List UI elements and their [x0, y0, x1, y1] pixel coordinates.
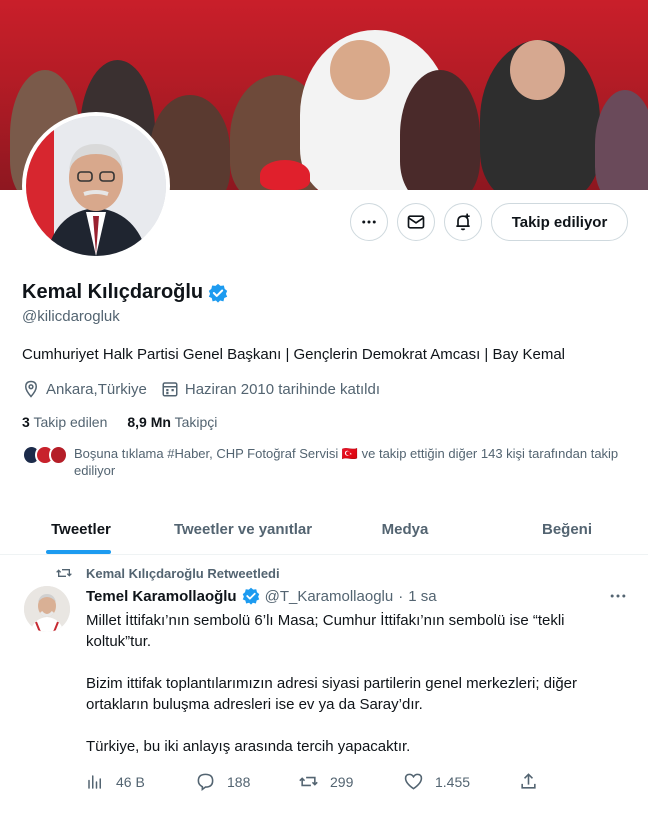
retweet-context: Kemal Kılıçdaroğlu Retweetledi [56, 565, 280, 581]
tweet-header: Temel Karamollaoğlu @T_Karamollaoglu · 1… [86, 587, 437, 605]
share-button[interactable] [519, 772, 538, 791]
tweet-author-avatar[interactable] [24, 586, 70, 632]
location-text: Ankara,Türkiye [46, 380, 147, 398]
verified-icon [208, 283, 228, 303]
share-icon [521, 773, 536, 789]
tab-tweets-and-replies[interactable]: Tweetler ve yanıtlar [162, 505, 324, 554]
profile-tabs: Tweetler Tweetler ve yanıtlar Medya Beğe… [0, 505, 648, 555]
retweeted-by-text[interactable]: Kemal Kılıçdaroğlu Retweetledi [86, 566, 280, 581]
more-options-button[interactable] [350, 203, 388, 241]
profile-meta: Ankara,Türkiye Haziran 2010 tarihinde ka… [22, 380, 380, 398]
tweet-paragraph: Türkiye, bu iki anlayış arasında tercih … [86, 738, 411, 755]
profile-handle: @kilicdarogluk [22, 308, 120, 325]
joined-text: Haziran 2010 tarihinde katıldı [184, 380, 380, 398]
retweet-count: 299 [330, 773, 354, 790]
tweet-actions: 46 B 188 299 1.455 [86, 772, 538, 791]
views-count: 46 B [116, 773, 145, 790]
profile-bio: Cumhuriyet Halk Partisi Genel Başkanı | … [22, 346, 565, 363]
like-button[interactable]: 1.455 [404, 772, 519, 791]
tab-likes[interactable]: Beğeni [486, 505, 648, 554]
profile-name-row: Kemal Kılıçdaroğlu [22, 281, 228, 304]
verified-icon [242, 587, 259, 605]
following-link[interactable]: 3 Takip edilen [22, 414, 107, 430]
retweet-icon [56, 569, 72, 577]
tweet-author-handle[interactable]: @T_Karamollaoglu [265, 588, 394, 605]
more-icon [610, 594, 626, 598]
tab-tweets[interactable]: Tweetler [0, 505, 162, 554]
retweet-button[interactable]: 299 [299, 772, 404, 791]
more-icon [362, 220, 376, 224]
profile-name: Kemal Kılıçdaroğlu [22, 281, 204, 303]
follow-counts: 3 Takip edilen 8,9 Mn Takipçi [22, 414, 217, 430]
tweet-more-button[interactable] [608, 586, 628, 611]
following-button[interactable]: Takip ediliyor [491, 203, 628, 241]
like-icon [404, 773, 423, 790]
followed-by-text: Boşuna tıklama #Haber, CHP Fotoğraf Serv… [74, 446, 619, 478]
followed-by[interactable]: Boşuna tıklama #Haber, CHP Fotoğraf Serv… [22, 445, 628, 479]
retweet-icon [299, 776, 318, 787]
notification-bell-icon [456, 213, 470, 231]
tweet-author-name[interactable]: Temel Karamollaoğlu [86, 588, 237, 605]
followers-link[interactable]: 8,9 Mn Takipçi [127, 414, 217, 430]
message-button[interactable] [397, 203, 435, 241]
location-icon [24, 380, 38, 398]
tweet-text: Millet İttifakı’nın sembolü 6’lı Masa; C… [86, 610, 626, 778]
tab-media[interactable]: Medya [324, 505, 486, 554]
reply-icon [197, 773, 214, 791]
views-icon [88, 774, 101, 789]
reply-button[interactable]: 188 [196, 772, 299, 791]
location-item: Ankara,Türkiye [22, 380, 147, 398]
tweet-paragraph: Bizim ittifak toplantılarımızın adresi s… [86, 675, 578, 713]
tweet-paragraph: Millet İttifakı’nın sembolü 6’lı Masa; C… [86, 612, 565, 650]
tweet-time[interactable]: 1 sa [408, 588, 436, 605]
profile-avatar[interactable] [22, 112, 170, 260]
followed-by-avatars [22, 445, 68, 467]
like-count: 1.455 [435, 773, 471, 790]
mail-icon [407, 215, 425, 229]
joined-item: Haziran 2010 tarihinde katıldı [161, 380, 380, 398]
views-button[interactable]: 46 B [86, 772, 196, 791]
reply-count: 188 [227, 773, 251, 790]
calendar-icon [162, 382, 178, 397]
tweet-separator: · [398, 587, 404, 605]
notifications-button[interactable] [444, 203, 482, 241]
